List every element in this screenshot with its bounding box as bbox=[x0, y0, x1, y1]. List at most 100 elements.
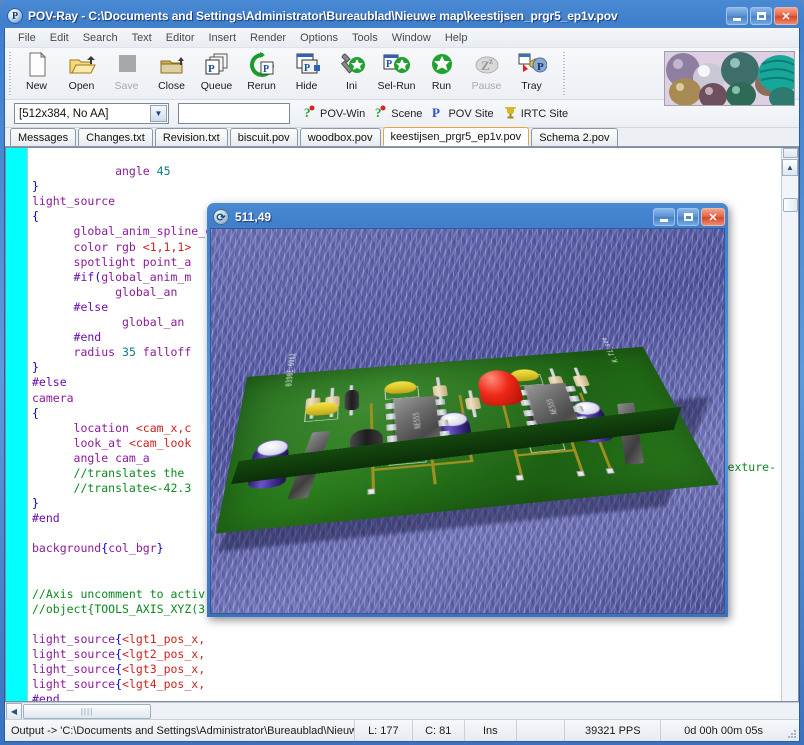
toolbar-label-pause: Pause bbox=[471, 80, 502, 92]
toolbar-button-rerun[interactable]: P Rerun bbox=[239, 48, 284, 96]
menu-item-render[interactable]: Render bbox=[243, 30, 293, 46]
toolbar-button-save[interactable]: Save bbox=[104, 48, 149, 96]
render-window-titlebar: ⟳ 511,49 ✕ bbox=[210, 206, 725, 228]
vertical-scroll-thumb[interactable] bbox=[783, 198, 798, 212]
editor-overflow-comment: texture- bbox=[720, 460, 776, 474]
tab-changes-txt[interactable]: Changes.txt bbox=[78, 128, 153, 146]
resolution-value: [512x384, No AA] bbox=[19, 107, 109, 120]
minimize-button[interactable] bbox=[726, 7, 748, 25]
status-pps: 39321 PPS bbox=[565, 720, 662, 741]
link-label-pov-site: POV Site bbox=[448, 107, 494, 120]
close-folder-icon bbox=[157, 51, 187, 78]
tray-icon: P bbox=[517, 51, 547, 78]
pause-zzz-icon: Z z bbox=[472, 51, 502, 78]
hide-icon: P bbox=[292, 51, 322, 78]
scroll-up-button[interactable]: ▲ bbox=[782, 159, 798, 176]
menu-item-insert[interactable]: Insert bbox=[202, 30, 244, 46]
command-line-input[interactable] bbox=[178, 103, 290, 124]
run-icon bbox=[427, 51, 457, 78]
status-line-number: L: 177 bbox=[355, 720, 413, 741]
menu-item-tools[interactable]: Tools bbox=[345, 30, 385, 46]
tab-woodbox-pov[interactable]: woodbox.pov bbox=[299, 128, 381, 146]
trophy-icon bbox=[504, 105, 517, 122]
scroll-left-button[interactable]: ◀ bbox=[6, 702, 22, 720]
render-window-controls: ✕ bbox=[653, 208, 725, 226]
tab-revision-txt[interactable]: Revision.txt bbox=[154, 128, 228, 146]
toolbar-button-sel-run[interactable]: P Sel-Run bbox=[374, 48, 419, 96]
chevron-down-icon[interactable]: ▼ bbox=[150, 105, 167, 122]
close-button[interactable]: ✕ bbox=[774, 7, 798, 25]
toolbar-button-run[interactable]: Run bbox=[419, 48, 464, 96]
svg-text:z: z bbox=[489, 56, 493, 66]
toolbar-button-ini[interactable]: Ini bbox=[329, 48, 374, 96]
toolbar-grip-right[interactable] bbox=[560, 52, 567, 95]
toolbar-label-run: Run bbox=[431, 80, 452, 92]
question-mark-icon: ? bbox=[375, 105, 387, 122]
resize-grip-icon[interactable] bbox=[786, 720, 799, 741]
render-maximize-button[interactable] bbox=[677, 208, 699, 226]
tab-keestijsen-prgr5-ep1v-pov[interactable]: keestijsen_prgr5_ep1v.pov bbox=[382, 127, 530, 146]
tab-messages[interactable]: Messages bbox=[10, 128, 77, 146]
render-canvas: 0390E-6962 K.Ti_sen NE555 NE555 bbox=[210, 228, 725, 614]
sel-run-icon: P bbox=[382, 51, 412, 78]
link-pov-site[interactable]: P POV Site bbox=[427, 103, 498, 124]
status-elapsed-time: 0d 00h 00m 05s bbox=[684, 724, 764, 737]
editor-gutter-bookmark-bar[interactable] bbox=[6, 148, 28, 701]
toolbar-button-queue[interactable]: P Queue bbox=[194, 48, 239, 96]
toolbar-button-new[interactable]: New bbox=[14, 48, 59, 96]
glass-spheres-thumbnail bbox=[664, 51, 795, 106]
toolbar-label-tray: Tray bbox=[521, 80, 542, 92]
render-minimize-button[interactable] bbox=[653, 208, 675, 226]
diode bbox=[344, 389, 360, 411]
menu-item-search[interactable]: Search bbox=[76, 30, 125, 46]
menu-item-edit[interactable]: Edit bbox=[43, 30, 76, 46]
toolbar-label-queue: Queue bbox=[200, 80, 233, 92]
povray-sphere-icon: P bbox=[7, 8, 23, 24]
svg-text:P: P bbox=[304, 63, 310, 74]
render-preview-window[interactable]: ⟳ 511,49 ✕ 0390E-6962 K.Ti_sen NE555 NE5… bbox=[207, 203, 728, 617]
editor-vertical-scrollbar[interactable]: ▲ bbox=[781, 148, 798, 701]
svg-text:P: P bbox=[537, 61, 544, 73]
help-link-pov-win[interactable]: ? POV-Win bbox=[299, 103, 370, 124]
window-title: POV-Ray - C:\Documents and Settings\Admi… bbox=[28, 9, 618, 23]
question-mark-icon: ? bbox=[304, 105, 316, 122]
toolbar-button-hide[interactable]: P Hide bbox=[284, 48, 329, 96]
window-controls: ✕ bbox=[726, 7, 798, 25]
toolbar-label-open: Open bbox=[68, 80, 95, 92]
status-column-number: C: 81 bbox=[413, 720, 465, 741]
maximize-button[interactable] bbox=[750, 7, 772, 25]
menu-item-options[interactable]: Options bbox=[293, 30, 345, 46]
menu-item-editor[interactable]: Editor bbox=[159, 30, 202, 46]
resolution-combobox[interactable]: [512x384, No AA] ▼ bbox=[14, 103, 169, 124]
toolbar-label-sel-run: Sel-Run bbox=[377, 80, 416, 92]
povray-p-icon: P bbox=[432, 105, 444, 122]
save-icon bbox=[112, 51, 142, 78]
toolbar-button-pause[interactable]: Z z Pause bbox=[464, 48, 509, 96]
menu-item-text[interactable]: Text bbox=[125, 30, 159, 46]
menu-item-file[interactable]: File bbox=[11, 30, 43, 46]
link-irtc-site[interactable]: IRTC Site bbox=[499, 103, 573, 124]
tab-schema-2-pov[interactable]: Schema 2.pov bbox=[531, 128, 618, 146]
editor-horizontal-scrollbar[interactable]: ◀ |||| bbox=[5, 702, 799, 720]
povray-render-icon: ⟳ bbox=[213, 209, 229, 225]
horizontal-scroll-thumb[interactable]: |||| bbox=[23, 703, 151, 719]
toolbar-button-tray[interactable]: P Tray bbox=[509, 48, 554, 96]
toolbar-button-close[interactable]: Close bbox=[149, 48, 194, 96]
menubar: File Edit Search Text Editor Insert Rend… bbox=[5, 28, 799, 48]
menu-item-window[interactable]: Window bbox=[385, 30, 438, 46]
toolbar-grip[interactable] bbox=[6, 52, 13, 95]
statusbar: Output -> 'C:\Documents and Settings\Adm… bbox=[5, 719, 799, 741]
render-close-button[interactable]: ✕ bbox=[701, 208, 725, 226]
queue-icon: P bbox=[202, 51, 232, 78]
help-link-scene[interactable]: ? Scene bbox=[370, 103, 427, 124]
toolbar-label-rerun: Rerun bbox=[247, 80, 276, 92]
status-insert-mode: Ins bbox=[465, 720, 517, 741]
tab-biscuit-pov[interactable]: biscuit.pov bbox=[229, 128, 298, 146]
status-output-path: Output -> 'C:\Documents and Settings\Adm… bbox=[5, 720, 356, 741]
menu-item-help[interactable]: Help bbox=[438, 30, 475, 46]
toolbar-button-open[interactable]: Open bbox=[59, 48, 104, 96]
ini-wrench-icon bbox=[337, 51, 367, 78]
toolbar-label-save: Save bbox=[114, 80, 139, 92]
svg-text:P: P bbox=[432, 105, 440, 119]
link-label-irtc-site: IRTC Site bbox=[520, 107, 569, 120]
